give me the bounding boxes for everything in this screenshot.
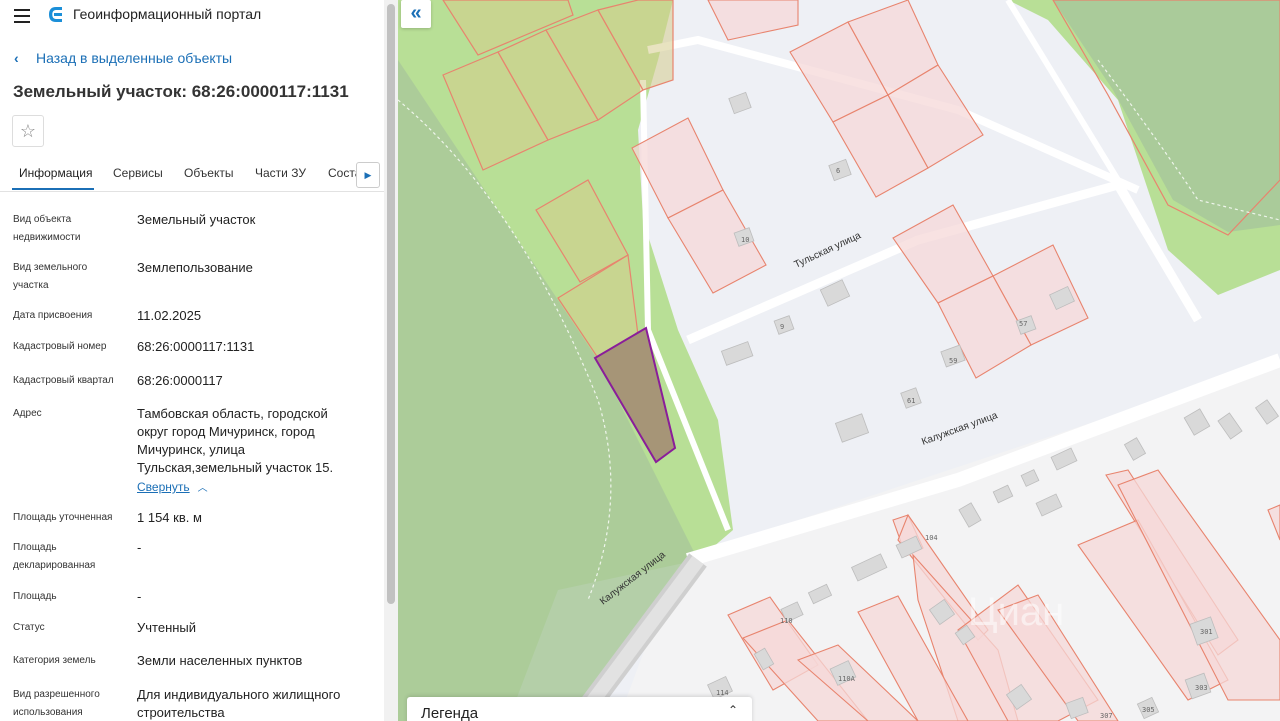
house-number: 61 [907,397,915,405]
field-label: Статус [13,622,45,633]
menu-icon[interactable] [12,6,34,26]
collapse-link-label: Свернуть [137,480,190,494]
house-number: 303 [1195,684,1208,692]
chevron-left-icon: ‹ [14,50,19,66]
back-link-label: Назад в выделенные объекты [36,50,233,66]
active-tab-indicator [12,188,94,190]
tab-information[interactable]: Информация [19,166,92,180]
field-value: Земельный участок [137,212,256,227]
house-number: 104 [925,534,938,542]
house-number: 305 [1142,706,1155,714]
field-value: Земли населенных пунктов [137,653,303,668]
house-number: 110 [780,617,793,625]
house-number: 10 [741,236,749,244]
field-value: 1 154 кв. м [137,510,202,525]
field-value: - [137,589,142,604]
house-number: 59 [949,357,957,365]
field-label: Площадь декларированная [13,542,96,571]
field-value: Тамбовская область, городской округ горо… [137,406,334,475]
legend-title: Легенда [421,705,479,721]
house-number: 9 [780,323,784,331]
chevron-up-icon: ︿ [197,483,208,494]
house-number: 301 [1200,628,1213,636]
field-value: 11.02.2025 [137,308,202,323]
map-canvas[interactable]: Тульская улица Калужская улица Калужская… [398,0,1280,721]
watermark: Циан [968,590,1064,634]
page-title: Земельный участок: 68:26:0000117:1131 [13,82,349,101]
field-value: 68:26:0000117 [137,373,223,388]
tab-objects[interactable]: Объекты [184,166,234,180]
double-chevron-left-icon[interactable]: « [401,0,431,28]
info-sidebar: Геоинформационный портал ‹ Назад в выделе… [0,0,384,721]
house-number: 57 [1019,320,1027,328]
house-number: 114 [716,689,729,697]
geoportal-logo [49,7,62,22]
tab-scroll-right-button[interactable]: ▶ [356,162,380,188]
field-value: 68:26:0000117:1131 [137,339,255,354]
field-value: Землепользование [137,260,253,275]
field-value: - [137,540,142,555]
collapse-address-link[interactable]: Свернуть ︿ [137,479,208,494]
field-label: Кадастровый квартал [13,375,114,386]
map-view[interactable]: Тульская улица Калужская улица Калужская… [398,0,1280,721]
field-label: Адрес [13,408,42,419]
house-number: 110А [838,675,856,683]
tab-services[interactable]: Сервисы [113,166,163,180]
field-value: Для индивидуального жилищного строительс… [137,687,341,720]
field-label: Площадь уточненная [13,512,113,523]
field-label: Кадастровый номер [13,341,107,352]
expand-toggle-icon[interactable]: ⌃ [728,703,738,717]
house-number: 6 [836,167,840,175]
star-icon[interactable]: ☆ [12,115,44,147]
field-label: Вид разрешенного использования [13,689,100,718]
field-label: Площадь [13,591,57,602]
tab-parcel-parts[interactable]: Части ЗУ [255,166,306,180]
field-label: Дата присвоения [13,310,93,321]
house-number: 307 [1100,712,1113,720]
field-label: Вид земельного участка [13,262,88,291]
app-header: Геоинформационный портал [0,0,384,32]
app-title: Геоинформационный портал [73,6,262,22]
tab-bar: Информация Сервисы Объекты Части ЗУ Сост… [0,160,384,192]
legend-panel[interactable]: Легенда ⌃ [407,697,752,721]
sidebar-scrollbar[interactable] [384,0,398,721]
field-value: Учтенный [137,620,197,635]
field-label: Категория земель [13,655,96,666]
field-label: Вид объекта недвижимости [13,214,81,243]
scrollbar-thumb[interactable] [387,4,395,604]
back-link[interactable]: ‹ Назад в выделенные объекты [14,50,232,66]
